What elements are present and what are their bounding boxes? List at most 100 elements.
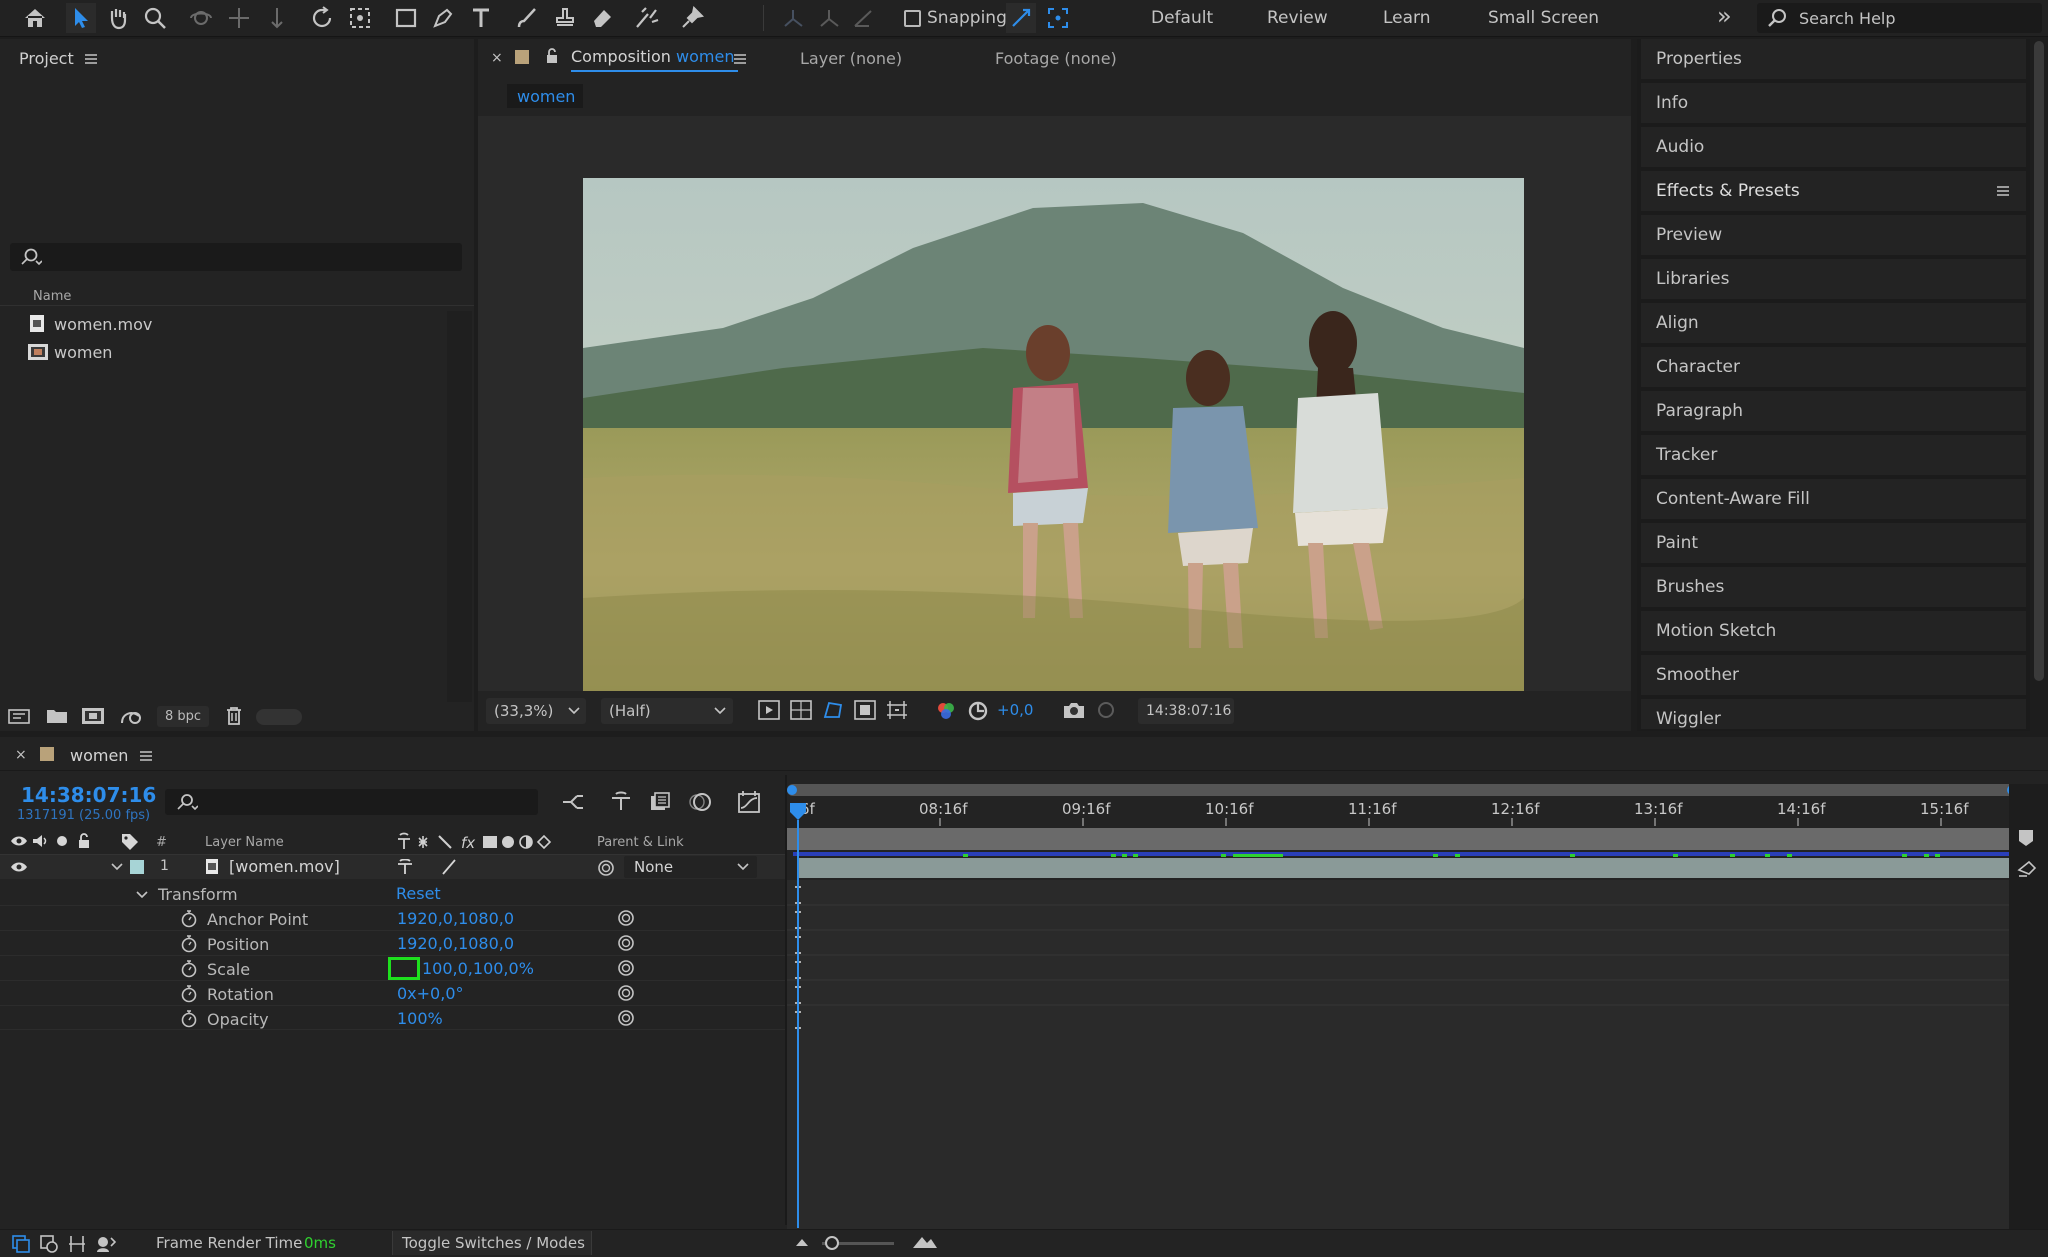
clone-stamp-tool-icon[interactable] <box>550 3 580 33</box>
transform-reset-link[interactable]: Reset <box>396 884 441 903</box>
new-folder-icon[interactable] <box>46 707 68 725</box>
constrain-proportions-toggle[interactable] <box>388 957 420 980</box>
workspace-review[interactable]: Review <box>1267 8 1328 28</box>
puppet-pin-tool-icon[interactable] <box>677 3 707 33</box>
project-name-header[interactable]: Name <box>33 289 71 304</box>
stopwatch-icon[interactable] <box>180 960 198 978</box>
panel-item-properties[interactable]: Properties <box>1641 39 2026 81</box>
current-time-display[interactable]: 14:38:07:16 <box>21 783 156 807</box>
panel-item-audio[interactable]: Audio <box>1641 127 2026 169</box>
panel-item-libraries[interactable]: Libraries <box>1641 259 2026 301</box>
expand-transfer-controls-icon[interactable] <box>40 1235 58 1253</box>
pickwhip-icon[interactable] <box>617 1009 635 1027</box>
layer-name-header[interactable]: Layer Name <box>205 835 284 850</box>
label-tag-icon[interactable] <box>121 833 139 851</box>
exposure-value[interactable]: +0,0 <box>997 701 1033 719</box>
snapping-checkbox[interactable] <box>904 10 921 27</box>
parent-link-header[interactable]: Parent & Link <box>597 835 684 850</box>
property-value[interactable]: 1920,0,1080,0 <box>397 909 514 928</box>
project-settings-icon[interactable] <box>119 706 145 726</box>
composition-marker-bin-icon[interactable] <box>2017 829 2035 847</box>
layer-visibility-eye-icon[interactable] <box>10 861 28 873</box>
layer-duration-bar[interactable] <box>797 858 2009 878</box>
trash-icon[interactable] <box>225 706 243 726</box>
lock-icon[interactable] <box>77 833 91 849</box>
axis-local-icon[interactable] <box>778 3 808 33</box>
property-value[interactable]: 0x+0,0° <box>397 984 464 1003</box>
panel-item-wiggler[interactable]: Wiggler <box>1641 699 2026 731</box>
project-list-item[interactable]: women <box>0 339 447 365</box>
close-tab-icon[interactable]: × <box>15 747 27 763</box>
shy-layers-icon[interactable] <box>610 791 632 813</box>
pickwhip-icon[interactable] <box>617 959 635 977</box>
hand-tool-icon[interactable] <box>103 3 133 33</box>
right-panel-scrollbar[interactable] <box>2030 39 2048 731</box>
pen-tool-icon[interactable] <box>428 3 458 33</box>
pickwhip-icon[interactable] <box>617 909 635 927</box>
project-list-item[interactable]: women.mov <box>0 311 465 337</box>
roto-brush-tool-icon[interactable] <box>632 3 662 33</box>
motion-blur-icon[interactable] <box>688 791 712 813</box>
rotation-tool-icon[interactable] <box>307 3 337 33</box>
timeline-search-field[interactable] <box>165 789 538 815</box>
frame-blending-icon[interactable] <box>649 791 671 813</box>
video-eye-icon[interactable] <box>10 835 28 847</box>
solo-dot-icon[interactable] <box>57 836 67 846</box>
eraser-tool-icon[interactable] <box>587 3 617 33</box>
composition-menu-icon[interactable] <box>733 53 747 65</box>
close-tab-icon[interactable]: × <box>491 50 503 66</box>
stopwatch-icon[interactable] <box>180 910 198 928</box>
expand-layer-switches-icon[interactable] <box>12 1235 30 1253</box>
project-panel-title[interactable]: Project <box>19 49 74 68</box>
transform-label[interactable]: Transform <box>158 885 238 904</box>
pickwhip-icon[interactable] <box>617 934 635 952</box>
work-area-bar[interactable] <box>787 828 2017 850</box>
brush-tool-icon[interactable] <box>512 3 542 33</box>
new-composition-icon[interactable] <box>81 706 105 726</box>
layer-label-color[interactable] <box>130 860 144 874</box>
transparency-grid-icon[interactable] <box>790 700 812 720</box>
composition-flowchart-icon[interactable] <box>561 791 585 813</box>
toggle-switches-modes-button[interactable]: Toggle Switches / Modes <box>392 1231 592 1255</box>
region-of-interest-icon[interactable] <box>854 700 876 720</box>
panel-item-paragraph[interactable]: Paragraph <box>1641 391 2026 433</box>
zoom-in-mountain-icon[interactable] <box>912 1233 938 1249</box>
workspace-learn[interactable]: Learn <box>1383 8 1431 28</box>
stopwatch-icon[interactable] <box>180 1010 198 1028</box>
panel-item-preview[interactable]: Preview <box>1641 215 2026 257</box>
interpret-footage-icon[interactable] <box>8 707 32 725</box>
time-navigator[interactable] <box>787 784 2017 796</box>
panel-item-motion-sketch[interactable]: Motion Sketch <box>1641 611 2026 653</box>
composition-viewer[interactable] <box>478 116 1631 708</box>
thumbnail-slider[interactable] <box>256 709 302 725</box>
time-ruler[interactable]: 6f 08:16f 09:16f 10:16f 11:16f 12:16f 13… <box>787 798 2017 826</box>
playhead[interactable] <box>789 802 807 1228</box>
zoom-out-mountain-icon[interactable] <box>795 1237 809 1247</box>
render-time-pane-icon[interactable] <box>96 1235 116 1253</box>
orbit-camera-icon[interactable] <box>186 3 216 33</box>
panel-item-align[interactable]: Align <box>1641 303 2026 345</box>
graph-editor-icon[interactable] <box>737 790 761 814</box>
more-workspaces-icon[interactable]: » <box>1717 2 1732 30</box>
lock-icon[interactable] <box>545 48 559 64</box>
expand-in-out-panes-icon[interactable] <box>68 1235 86 1253</box>
timeline-zoom-slider-knob[interactable] <box>825 1236 839 1250</box>
panel-item-character[interactable]: Character <box>1641 347 2026 389</box>
show-snapshot-icon[interactable] <box>1095 700 1117 720</box>
workspace-default[interactable]: Default <box>1151 8 1213 28</box>
anchor-point-tool-icon[interactable] <box>345 3 375 33</box>
timeline-zoom-slider[interactable] <box>822 1236 894 1250</box>
panel-item-paint[interactable]: Paint <box>1641 523 2026 565</box>
grid-guides-icon[interactable] <box>886 700 908 720</box>
timeline-comp-tab[interactable]: women <box>70 746 128 765</box>
viewer-timecode[interactable]: 14:38:07:16 <box>1138 698 1234 724</box>
panel-item-info[interactable]: Info <box>1641 83 2026 125</box>
panel-item-content-aware-fill[interactable]: Content-Aware Fill <box>1641 479 2026 521</box>
axis-view-icon[interactable] <box>848 3 878 33</box>
rectangle-tool-icon[interactable] <box>391 3 421 33</box>
effects-menu-icon[interactable] <box>1996 185 2010 197</box>
tab-layer[interactable]: Layer (none) <box>800 49 902 68</box>
reset-exposure-icon[interactable] <box>967 700 989 722</box>
tab-composition[interactable]: Composition women <box>571 47 739 72</box>
color-channels-icon[interactable] <box>935 700 957 722</box>
